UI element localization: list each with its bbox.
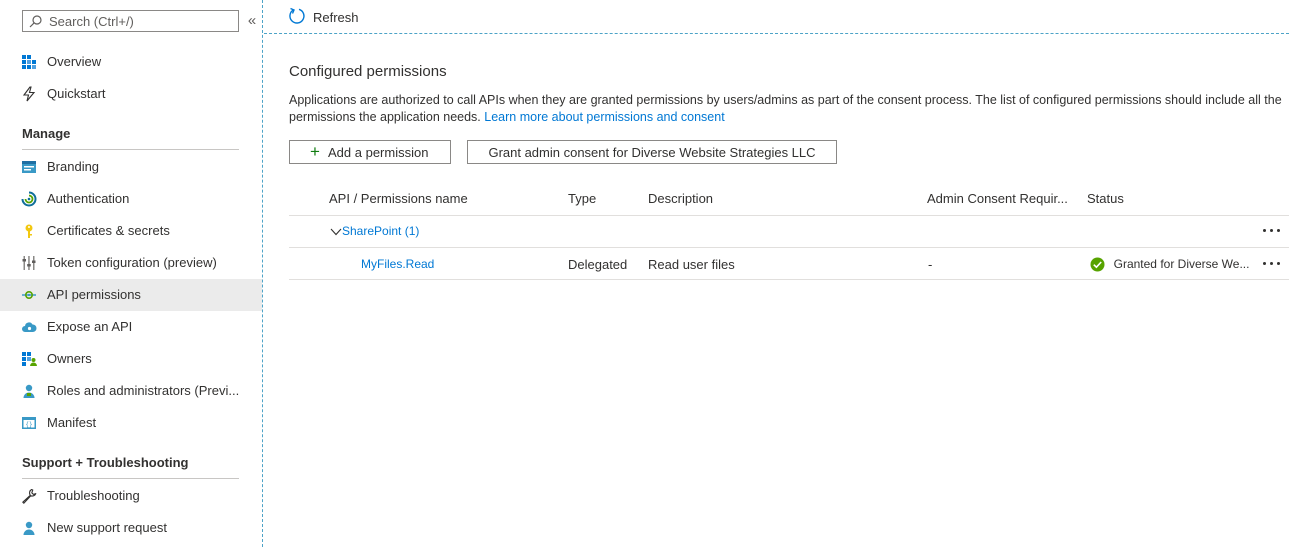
table-divider: [289, 247, 1289, 248]
sidebar-item-label: API permissions: [47, 287, 141, 302]
group-more-options-icon[interactable]: [1262, 223, 1282, 237]
checkmark-circle-icon: [1090, 257, 1105, 272]
section-divider: [22, 149, 239, 150]
sidebar-item-label: Certificates & secrets: [47, 223, 170, 238]
table-divider: [289, 279, 1289, 280]
description-text: Applications are authorized to call APIs…: [289, 93, 1282, 124]
wrench-icon: [22, 488, 37, 504]
sidebar-item-label: New support request: [47, 520, 167, 535]
sidebar-item-label: Manifest: [47, 415, 97, 430]
table-divider: [289, 215, 1289, 216]
group-label[interactable]: SharePoint (1): [342, 224, 419, 238]
grant-admin-consent-button[interactable]: Grant admin consent for Diverse Website …: [467, 140, 837, 164]
plus-icon: +: [310, 142, 320, 161]
sidebar-item-owners[interactable]: Owners: [0, 343, 262, 375]
permission-type: Delegated: [568, 257, 628, 272]
learn-more-link[interactable]: Learn more about permissions and consent: [484, 110, 724, 124]
person-badge-icon: [23, 384, 35, 398]
sidebar-item-token-configuration[interactable]: Token configuration (preview): [0, 247, 262, 279]
group-row-sharepoint[interactable]: SharePoint (1): [330, 223, 419, 238]
permission-name-link[interactable]: MyFiles.Read: [361, 257, 434, 271]
collapse-sidebar-button[interactable]: «: [245, 12, 259, 30]
column-header-api[interactable]: API / Permissions name: [329, 191, 468, 206]
add-permission-button[interactable]: + Add a permission: [289, 140, 451, 164]
sidebar-item-api-permissions[interactable]: API permissions: [0, 279, 262, 311]
row-more-options-icon[interactable]: [1262, 256, 1282, 270]
sidebar-item-label: Overview: [47, 54, 102, 69]
cloud-icon: [22, 322, 37, 332]
status-text: Granted for Diverse We...: [1113, 257, 1250, 271]
permission-status: Granted for Diverse We...: [1090, 256, 1249, 272]
sidebar-item-label: Troubleshooting: [47, 488, 140, 503]
sidebar-item-new-support-request[interactable]: New support request: [0, 512, 262, 544]
sidebar-item-overview[interactable]: Overview: [0, 46, 262, 78]
sidebar-item-certificates-secrets[interactable]: Certificates & secrets: [0, 215, 262, 247]
column-header-status[interactable]: Status: [1087, 191, 1124, 206]
page-title: Configured permissions: [289, 63, 447, 80]
manifest-icon: {}: [22, 417, 36, 429]
section-title-manage: Manage: [22, 126, 71, 141]
column-header-admin-consent[interactable]: Admin Consent Requir...: [927, 191, 1068, 206]
api-permissions-icon: [22, 291, 36, 300]
sidebar-item-label: Token configuration (preview): [47, 255, 217, 270]
column-header-description[interactable]: Description: [648, 191, 713, 206]
search-icon: [29, 15, 42, 28]
sidebar-item-label: Roles and administrators (Previ...: [47, 383, 240, 398]
lightning-icon: [22, 86, 36, 102]
sidebar-item-branding[interactable]: Branding: [0, 151, 262, 183]
branding-icon: [22, 161, 36, 173]
svg-text:{}: {}: [25, 421, 32, 428]
overview-grid-icon: [22, 55, 36, 69]
section-title-support: Support + Troubleshooting: [22, 455, 189, 470]
add-permission-label: Add a permission: [328, 145, 429, 160]
authentication-icon: [21, 191, 37, 207]
admin-consent-value: -: [928, 257, 933, 272]
owners-grid-icon: [22, 352, 37, 366]
permissions-description: Applications are authorized to call APIs…: [289, 92, 1284, 126]
sidebar-item-label: Branding: [47, 159, 100, 174]
sidebar-item-label: Authentication: [47, 191, 130, 206]
command-bar: Refresh: [264, 0, 1289, 34]
sliders-icon: [22, 256, 36, 270]
sidebar-item-expose-an-api[interactable]: Expose an API: [0, 311, 262, 343]
sidebar-item-quickstart[interactable]: Quickstart: [0, 78, 262, 110]
sidebar-item-label: Quickstart: [47, 86, 106, 101]
grant-admin-consent-label: Grant admin consent for Diverse Website …: [488, 145, 816, 160]
refresh-label: Refresh: [313, 10, 359, 25]
sidebar-item-manifest[interactable]: {} Manifest: [0, 407, 262, 439]
person-support-icon: [23, 521, 35, 535]
column-header-type[interactable]: Type: [568, 191, 596, 206]
section-divider: [22, 478, 239, 479]
search-input[interactable]: [49, 12, 234, 30]
sidebar-item-roles-administrators[interactable]: Roles and administrators (Previ...: [0, 375, 262, 407]
key-icon: [25, 224, 33, 238]
sidebar-item-label: Expose an API: [47, 319, 133, 334]
sidebar-item-label: Owners: [47, 351, 92, 366]
refresh-icon: [289, 7, 305, 24]
chevron-down-icon: [330, 228, 342, 235]
sidebar-item-authentication[interactable]: Authentication: [0, 183, 262, 215]
permission-description: Read user files: [648, 257, 735, 272]
sidebar-item-troubleshooting[interactable]: Troubleshooting: [0, 480, 262, 512]
sidebar: « Overview Quickstart Manage Branding: [0, 0, 263, 547]
search-box[interactable]: [22, 10, 239, 32]
